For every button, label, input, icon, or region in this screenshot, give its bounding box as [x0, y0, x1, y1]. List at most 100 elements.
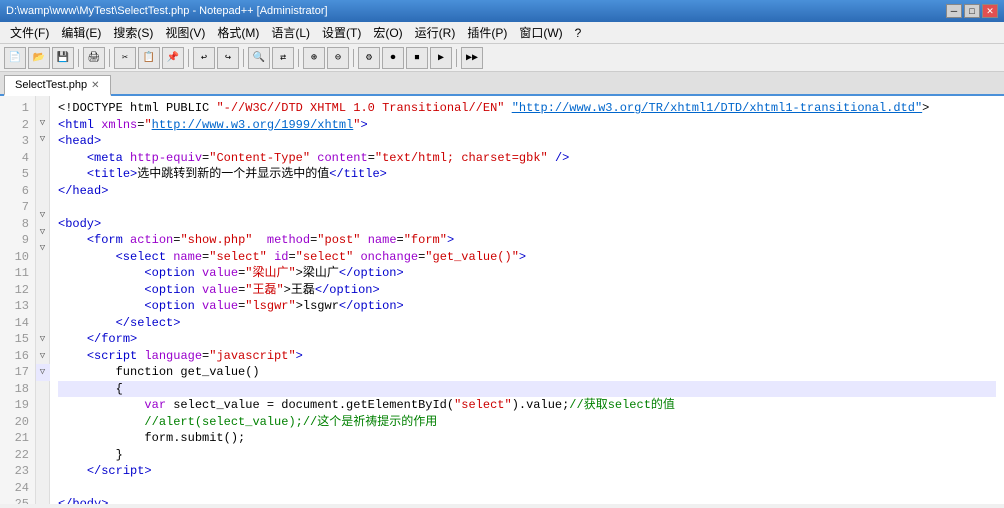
menu-plugins[interactable]: 插件(P)	[461, 22, 513, 43]
fold-22	[36, 426, 50, 441]
menu-edit[interactable]: 编辑(E)	[55, 22, 107, 43]
code-line-11: <option value="梁山广">梁山广</option>	[58, 266, 404, 280]
menu-macro[interactable]: 宏(O)	[367, 22, 408, 43]
tb-undo[interactable]: ↩	[193, 47, 215, 69]
fold-25	[36, 470, 50, 485]
tab-close-icon[interactable]: ✕	[91, 80, 99, 91]
editor: 1 2 3 4 5 6 7 8 9 10 11 12 13 14 15 16 1…	[0, 96, 1004, 504]
line-num-14: 14	[0, 315, 35, 332]
minimize-button[interactable]: ─	[946, 4, 962, 18]
fold-4	[36, 148, 50, 163]
fold-20	[36, 396, 50, 411]
code-line-5: <title>选中跳转到新的一个并显示选中的值</title>	[58, 167, 387, 181]
code-line-20: //alert(select_value);//这个是祈祷提示的作用	[58, 415, 437, 429]
line-num-21: 21	[0, 430, 35, 447]
tb-sep5	[298, 49, 299, 67]
line-num-23: 23	[0, 463, 35, 480]
code-line-16: <script language="javascript">	[58, 349, 303, 363]
tb-replace[interactable]: ⇄	[272, 47, 294, 69]
fold-18[interactable]: ▽	[36, 364, 50, 381]
fold-16[interactable]: ▽	[36, 331, 50, 348]
line-num-15: 15	[0, 331, 35, 348]
tb-macro-play[interactable]: ▶	[430, 47, 452, 69]
fold-8[interactable]: ▽	[36, 207, 50, 224]
line-num-16: 16	[0, 348, 35, 365]
code-line-10: <select name="select" id="select" onchan…	[58, 250, 526, 264]
fold-6	[36, 178, 50, 193]
menu-bar: 文件(F) 编辑(E) 搜索(S) 视图(V) 格式(M) 语言(L) 设置(T…	[0, 22, 1004, 44]
code-line-25: </body>	[58, 497, 108, 504]
line-num-19: 19	[0, 397, 35, 414]
tb-find[interactable]: 🔍	[248, 47, 270, 69]
code-area[interactable]: <!DOCTYPE html PUBLIC "-//W3C//DTD XHTML…	[50, 96, 1004, 504]
line-num-11: 11	[0, 265, 35, 282]
tb-sep7	[456, 49, 457, 67]
code-line-12: <option value="王磊">王磊</option>	[58, 283, 380, 297]
fold-24	[36, 455, 50, 470]
tb-sep3	[188, 49, 189, 67]
fold-21	[36, 411, 50, 426]
tb-run[interactable]: ▶▶	[461, 47, 483, 69]
maximize-button[interactable]: □	[964, 4, 980, 18]
fold-3[interactable]: ▽	[36, 131, 50, 148]
fold-column: ▽ ▽ ▽ ▽ ▽ ▽ ▽ ▽	[36, 96, 50, 504]
tb-paste[interactable]: 📌	[162, 47, 184, 69]
tb-redo[interactable]: ↪	[217, 47, 239, 69]
tb-print[interactable]: 🖨	[83, 47, 105, 69]
fold-9[interactable]: ▽	[36, 224, 50, 241]
line-num-3: 3	[0, 133, 35, 150]
tab-selecttest[interactable]: SelectTest.php ✕	[4, 75, 111, 96]
code-line-3: <head>	[58, 134, 101, 148]
menu-window[interactable]: 窗口(W)	[513, 22, 568, 43]
line-num-10: 10	[0, 249, 35, 266]
fold-12	[36, 272, 50, 287]
line-num-4: 4	[0, 150, 35, 167]
code-line-14: </select>	[58, 316, 180, 330]
tab-bar: SelectTest.php ✕	[0, 72, 1004, 96]
tb-open[interactable]: 📂	[28, 47, 50, 69]
tb-zoom-in[interactable]: ⊕	[303, 47, 325, 69]
fold-10[interactable]: ▽	[36, 240, 50, 257]
menu-view[interactable]: 视图(V)	[159, 22, 211, 43]
code-line-19: var select_value = document.getElementBy…	[58, 398, 675, 412]
tb-macro-rec[interactable]: ⏺	[382, 47, 404, 69]
menu-run[interactable]: 运行(R)	[409, 22, 462, 43]
fold-1	[36, 100, 50, 115]
tb-macro-stop[interactable]: ⏹	[406, 47, 428, 69]
line-num-12: 12	[0, 282, 35, 299]
code-line-22: }	[58, 448, 123, 462]
line-num-8: 8	[0, 216, 35, 233]
tb-sep4	[243, 49, 244, 67]
tb-new[interactable]: 📄	[4, 47, 26, 69]
tb-zoom-out[interactable]: ⊖	[327, 47, 349, 69]
fold-2[interactable]: ▽	[36, 115, 50, 132]
tb-save[interactable]: 💾	[52, 47, 74, 69]
fold-23	[36, 440, 50, 455]
line-num-2: 2	[0, 117, 35, 134]
menu-search[interactable]: 搜索(S)	[107, 22, 159, 43]
code-line-21: form.submit();	[58, 431, 245, 445]
code-line-1: <!DOCTYPE html PUBLIC "-//W3C//DTD XHTML…	[58, 101, 929, 115]
code-line-8: <body>	[58, 217, 101, 231]
menu-language[interactable]: 语言(L)	[265, 22, 316, 43]
line-num-6: 6	[0, 183, 35, 200]
fold-11	[36, 257, 50, 272]
tb-sep1	[78, 49, 79, 67]
close-button[interactable]: ✕	[982, 4, 998, 18]
menu-file[interactable]: 文件(F)	[4, 22, 55, 43]
line-num-1: 1	[0, 100, 35, 117]
code-line-6: </head>	[58, 184, 108, 198]
code-line-4: <meta http-equiv="Content-Type" content=…	[58, 151, 569, 165]
tb-copy[interactable]: 📋	[138, 47, 160, 69]
fold-17[interactable]: ▽	[36, 348, 50, 365]
code-line-18: {	[58, 381, 996, 398]
menu-format[interactable]: 格式(M)	[211, 22, 265, 43]
line-num-17: 17	[0, 364, 35, 381]
code-line-2: <html xmlns="http://www.w3.org/1999/xhtm…	[58, 118, 368, 132]
menu-help[interactable]: ?	[569, 24, 588, 42]
menu-settings[interactable]: 设置(T)	[316, 22, 367, 43]
fold-7	[36, 193, 50, 208]
tb-sync[interactable]: ⚙	[358, 47, 380, 69]
code-line-17: function get_value()	[58, 365, 260, 379]
tb-cut[interactable]: ✂	[114, 47, 136, 69]
